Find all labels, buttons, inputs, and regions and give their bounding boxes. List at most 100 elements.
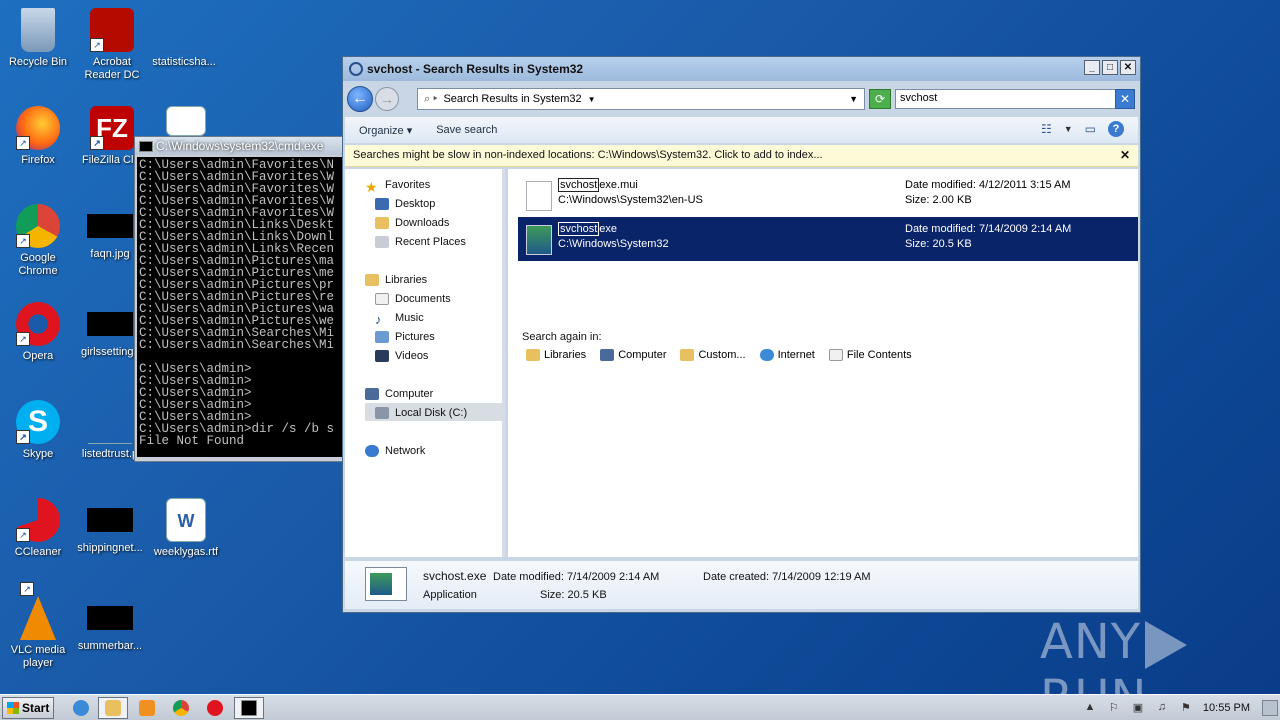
file-icon <box>162 8 206 52</box>
search-again-options: Libraries Computer Custom... Internet Fi… <box>526 349 912 361</box>
help-icon[interactable]: ? <box>1108 121 1124 137</box>
cmd-window[interactable]: C:\Windows\system32\cmd.exe C:\Users\adm… <box>134 136 344 462</box>
desktop-icon-opera[interactable]: ↗ Opera <box>0 302 76 363</box>
file-name: svchost exe.mui <box>558 178 638 192</box>
desktop-icon-acrobat[interactable]: ↗ Acrobat Reader DC <box>74 8 150 82</box>
nav-item-favorites[interactable]: ★ Favorites <box>365 179 431 195</box>
nav-item-videos[interactable]: Videos <box>375 350 428 362</box>
desktop-icon-recycle-bin[interactable]: Recycle Bin <box>0 8 76 69</box>
system-tray: ▲ ⚐ ▣ ♫ ⚑ 10:55 PM <box>1083 695 1280 720</box>
address-bar[interactable]: ⌕ ▸ Search Results in System32 ▼ ▼ <box>417 88 865 110</box>
nav-item-computer[interactable]: Computer <box>365 388 433 400</box>
vlc-icon: ↗ <box>20 582 56 640</box>
search-again-internet[interactable]: Internet <box>759 349 815 361</box>
address-history-dropdown-icon[interactable]: ▼ <box>849 94 858 104</box>
desktop-icon-word-doc[interactable] <box>148 106 224 140</box>
nav-item-music[interactable]: ♪ Music <box>375 312 424 327</box>
taskbar-cmd[interactable] <box>234 697 264 719</box>
nav-label: Videos <box>395 350 429 362</box>
search-results-pane: svchost exe.mui C:\Windows\System32\en-US… <box>508 169 1138 557</box>
explorer-window[interactable]: svchost - Search Results in System32 _ □… <box>342 56 1141 613</box>
organize-button[interactable]: Organize ▾ <box>359 124 412 137</box>
nav-item-desktop[interactable]: Desktop <box>375 198 435 210</box>
computer-icon <box>600 349 615 361</box>
application-icon <box>526 225 552 255</box>
clear-search-button[interactable]: ✕ <box>1115 89 1135 109</box>
close-info-bar-icon[interactable]: ✕ <box>1120 148 1130 162</box>
play-logo-icon <box>1145 621 1188 669</box>
nav-label: Documents <box>395 293 451 305</box>
desktop-icon-vlc[interactable]: ↗ VLC media player <box>0 582 76 670</box>
taskbar-opera[interactable] <box>200 697 230 719</box>
file-size: Size: 20.5 KB <box>905 238 972 250</box>
search-folder-icon: ⌕ ▸ <box>424 92 438 105</box>
nav-label: Computer <box>385 388 434 400</box>
index-info-bar[interactable]: Searches might be slow in non-indexed lo… <box>345 145 1138 167</box>
show-hidden-icons-icon[interactable]: ▲ <box>1083 701 1097 715</box>
nav-item-downloads[interactable]: Downloads <box>375 217 449 229</box>
recycle-bin-icon <box>21 8 55 52</box>
search-again-custom[interactable]: Custom... <box>680 349 746 361</box>
documents-icon <box>375 293 389 305</box>
file-date-modified: Date modified: 4/12/2011 3:15 AM <box>905 179 1071 191</box>
desktop-icon-summerbar[interactable]: summerbar... <box>72 596 148 653</box>
nav-label: Music <box>395 312 424 324</box>
explorer-title-bar[interactable]: svchost - Search Results in System32 _ □… <box>343 57 1140 81</box>
address-text: Search Results in System32 <box>443 93 582 105</box>
file-row[interactable]: svchost exe.mui C:\Windows\System32\en-US… <box>518 173 1138 217</box>
nav-label: Pictures <box>395 331 435 343</box>
cmd-title-bar[interactable]: C:\Windows\system32\cmd.exe <box>135 137 343 155</box>
save-search-button[interactable]: Save search <box>436 124 497 136</box>
search-input[interactable]: svchost <box>895 89 1117 109</box>
file-name-match: svchost <box>558 222 600 236</box>
breadcrumb-dropdown-icon[interactable]: ▼ <box>588 95 596 104</box>
taskbar-chrome[interactable] <box>166 697 196 719</box>
show-desktop-button[interactable] <box>1262 700 1278 716</box>
nav-item-documents[interactable]: Documents <box>375 293 451 305</box>
taskbar-explorer[interactable] <box>98 697 128 719</box>
music-icon: ♪ <box>375 312 382 327</box>
desktop-icon-statisticsha[interactable]: statisticsha... <box>146 8 222 69</box>
search-again-computer[interactable]: Computer <box>600 349 666 361</box>
close-button[interactable]: ✕ <box>1120 60 1136 75</box>
computer-icon <box>365 388 379 400</box>
minimize-button[interactable]: _ <box>1084 60 1100 75</box>
taskbar-internet-explorer[interactable] <box>66 697 96 719</box>
search-again-libraries[interactable]: Libraries <box>526 349 586 361</box>
views-dropdown-icon[interactable]: ▼ <box>1064 124 1073 134</box>
file-row-selected[interactable]: svchost exe C:\Windows\System32 Date modi… <box>518 217 1138 261</box>
file-name-match: svchost <box>558 178 600 192</box>
window-title: svchost - Search Results in System32 <box>367 62 584 76</box>
back-button[interactable]: ← <box>347 86 373 112</box>
desktop-icon-ccleaner[interactable]: ↗ CCleaner <box>0 498 76 559</box>
nav-label: Favorites <box>385 179 431 191</box>
firefox-icon: ↗ <box>16 106 60 150</box>
views-icon[interactable]: ☷ <box>1041 122 1052 136</box>
nav-item-local-disk[interactable]: Local Disk (C:) <box>375 407 467 419</box>
nav-item-network[interactable]: Network <box>365 445 425 457</box>
refresh-button[interactable]: ⟳ <box>869 89 891 109</box>
forward-button[interactable]: → <box>375 87 399 111</box>
nav-label: Libraries <box>385 274 428 286</box>
action-center-icon[interactable]: ⚐ <box>1107 701 1121 715</box>
desktop-icon-chrome[interactable]: ↗ Google Chrome <box>0 204 76 278</box>
nav-item-pictures[interactable]: Pictures <box>375 331 435 343</box>
maximize-button[interactable]: □ <box>1102 60 1118 75</box>
volume-icon[interactable]: ♫ <box>1155 701 1169 715</box>
start-button[interactable]: Start <box>2 697 54 719</box>
desktop-icon-shippingnet[interactable]: shippingnet... <box>72 498 148 555</box>
preview-pane-icon[interactable]: ▭ <box>1085 122 1096 136</box>
desktop-icon-weeklygas[interactable]: W weeklygas.rtf <box>148 498 224 559</box>
cmd-console-output[interactable]: C:\Users\admin\Favorites\N C:\Users\admi… <box>137 157 343 457</box>
nav-item-recent-places[interactable]: Recent Places <box>375 236 466 248</box>
clock[interactable]: 10:55 PM <box>1203 702 1250 714</box>
desktop-icon-firefox[interactable]: ↗ Firefox <box>0 106 76 167</box>
flag-icon[interactable]: ⚑ <box>1179 701 1193 715</box>
nav-item-libraries[interactable]: Libraries <box>365 274 427 286</box>
taskbar: Start ▲ ⚐ ▣ ♫ ⚑ 10:55 PM <box>0 694 1280 720</box>
desktop-icon-skype[interactable]: S ↗ Skype <box>0 400 76 461</box>
search-again-file-contents[interactable]: File Contents <box>828 349 912 361</box>
details-file-name: svchost.exe <box>423 569 487 583</box>
network-icon[interactable]: ▣ <box>1131 701 1145 715</box>
taskbar-media-player[interactable] <box>132 697 162 719</box>
